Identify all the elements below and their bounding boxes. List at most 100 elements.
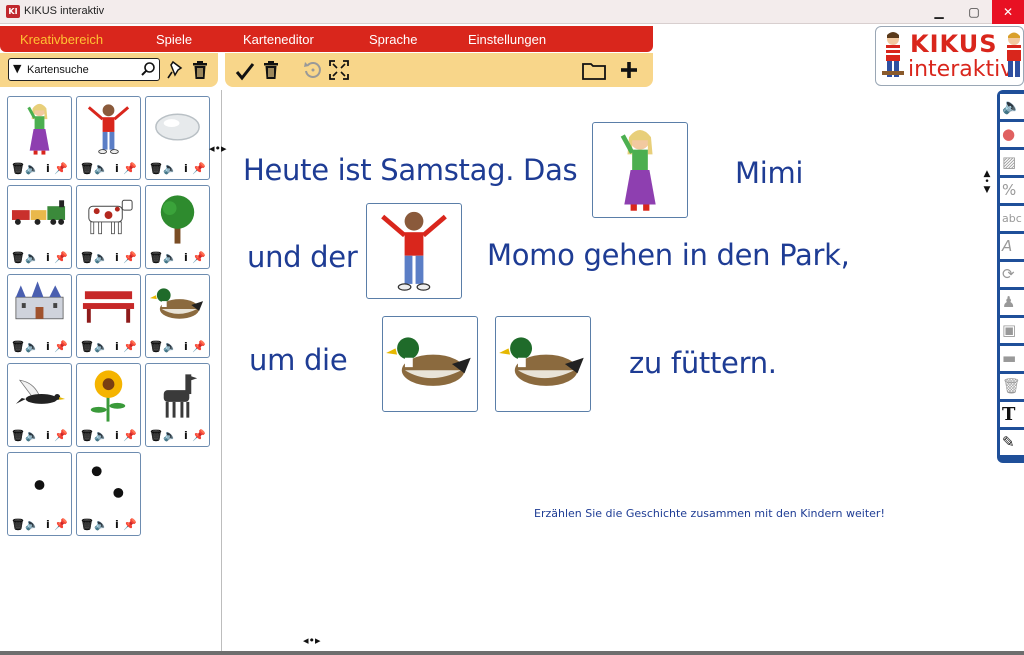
card-girl[interactable]: 🗑 🔈 i 📌 xyxy=(7,96,72,180)
info-icon[interactable]: i xyxy=(46,161,50,177)
trash-icon[interactable] xyxy=(190,60,210,80)
story-card-girl[interactable] xyxy=(592,122,688,218)
sound-icon[interactable]: 🔈 xyxy=(163,250,177,266)
trash-icon[interactable]: 🗑 xyxy=(1000,374,1024,399)
sound-icon[interactable]: 🔈 xyxy=(25,428,39,444)
fullscreen-icon[interactable] xyxy=(329,60,349,80)
sound-icon[interactable]: 🔈 xyxy=(25,517,39,533)
card-duck[interactable]: 🗑 🔈 i 📌 xyxy=(145,274,210,358)
info-icon[interactable]: i xyxy=(46,517,50,533)
delete-icon[interactable]: 🗑 xyxy=(11,339,25,355)
pin-icon[interactable]: 📌 xyxy=(54,517,68,533)
menu-sprache[interactable]: Sprache xyxy=(369,32,417,47)
delete-icon[interactable]: 🗑 xyxy=(11,250,25,266)
delete-icon[interactable]: 🗑 xyxy=(149,250,163,266)
text-t-icon[interactable]: T xyxy=(1000,402,1024,427)
color-dots-icon[interactable]: ● xyxy=(1000,122,1024,147)
delete-icon[interactable]: 🗑 xyxy=(11,161,25,177)
sound-icon[interactable]: 🔈 xyxy=(163,339,177,355)
info-icon[interactable]: i xyxy=(115,428,119,444)
image-icon[interactable]: ▣ xyxy=(1000,318,1024,343)
pin-icon[interactable]: 📌 xyxy=(123,161,137,177)
sound-icon[interactable]: 🔈 xyxy=(94,161,108,177)
pin-icon[interactable]: 📌 xyxy=(54,250,68,266)
folder-icon[interactable] xyxy=(582,61,606,81)
sound-icon[interactable]: 🔈 xyxy=(94,428,108,444)
card-bird[interactable]: 🗑 🔈 i 📌 xyxy=(7,363,72,447)
delete-icon[interactable]: 🗑 xyxy=(149,428,163,444)
card-bench[interactable]: 🗑 🔈 i 📌 xyxy=(76,274,141,358)
info-icon[interactable]: i xyxy=(115,339,119,355)
info-icon[interactable]: i xyxy=(184,250,188,266)
search-icon[interactable] xyxy=(140,61,156,77)
pin-icon[interactable]: 📌 xyxy=(123,339,137,355)
sound-icon[interactable]: 🔈 xyxy=(25,161,39,177)
card-boy[interactable]: 🗑 🔈 i 📌 xyxy=(76,96,141,180)
sound-icon[interactable]: 🔈 xyxy=(163,161,177,177)
pin-icon[interactable]: 📌 xyxy=(192,161,206,177)
card-castle[interactable]: 🗑 🔈 i 📌 xyxy=(7,274,72,358)
info-icon[interactable]: i xyxy=(184,428,188,444)
card-tree[interactable]: 🗑 🔈 i 📌 xyxy=(145,185,210,269)
info-icon[interactable]: i xyxy=(184,161,188,177)
pin-icon[interactable] xyxy=(166,60,186,80)
delete-icon[interactable]: 🗑 xyxy=(149,339,163,355)
info-icon[interactable]: i xyxy=(46,250,50,266)
sound-icon[interactable]: 🔈 xyxy=(94,517,108,533)
pencil-icon[interactable]: ✎ xyxy=(1000,430,1024,455)
info-icon[interactable]: i xyxy=(115,517,119,533)
undo-icon[interactable] xyxy=(303,60,323,80)
pin-icon[interactable]: 📌 xyxy=(192,428,206,444)
info-icon[interactable]: i xyxy=(115,250,119,266)
story-card-boy[interactable] xyxy=(366,203,462,299)
sound-icon[interactable]: 🔈 xyxy=(25,250,39,266)
card-llama[interactable]: 🗑 🔈 i 📌 xyxy=(145,363,210,447)
delete-icon[interactable]: 🗑 xyxy=(149,161,163,177)
card-stone[interactable]: 🗑 🔈 i 📌 xyxy=(145,96,210,180)
story-card-duck-2[interactable] xyxy=(495,316,591,412)
close-button[interactable]: ✕ xyxy=(992,0,1024,24)
trash-icon[interactable] xyxy=(261,60,281,80)
pin-icon[interactable]: 📌 xyxy=(123,428,137,444)
delete-icon[interactable]: 🗑 xyxy=(11,517,25,533)
pin-icon[interactable]: 📌 xyxy=(192,250,206,266)
maximize-button[interactable]: ▢ xyxy=(957,0,991,24)
pin-icon[interactable]: 📌 xyxy=(123,517,137,533)
pin-icon[interactable]: 📌 xyxy=(54,339,68,355)
info-icon[interactable]: i xyxy=(46,428,50,444)
card-train[interactable]: 🗑 🔈 i 📌 xyxy=(7,185,72,269)
delete-icon[interactable]: 🗑 xyxy=(80,428,94,444)
delete-icon[interactable]: 🗑 xyxy=(80,161,94,177)
card-two-dots[interactable]: 🗑 🔈 i 📌 xyxy=(76,452,141,536)
minimize-button[interactable]: ▁ xyxy=(922,0,956,24)
menu-spiele[interactable]: Spiele xyxy=(156,32,192,47)
percent-icon[interactable]: % xyxy=(1000,178,1024,203)
font-a-icon[interactable]: A xyxy=(1000,234,1024,259)
dropdown-icon[interactable]: ▼ xyxy=(13,62,21,75)
info-icon[interactable]: i xyxy=(184,339,188,355)
pin-icon[interactable]: 📌 xyxy=(192,339,206,355)
pin-icon[interactable]: 📌 xyxy=(54,428,68,444)
delete-icon[interactable]: 🗑 xyxy=(80,250,94,266)
menu-einstellungen[interactable]: Einstellungen xyxy=(468,32,546,47)
info-icon[interactable]: i xyxy=(46,339,50,355)
story-card-duck-1[interactable] xyxy=(382,316,478,412)
hatch-icon[interactable]: ▨ xyxy=(1000,150,1024,175)
info-icon[interactable]: i xyxy=(115,161,119,177)
sound-icon[interactable]: 🔈 xyxy=(25,339,39,355)
bottom-resize-handle[interactable]: ◂•▸ xyxy=(303,634,321,647)
delete-icon[interactable]: 🗑 xyxy=(80,517,94,533)
abc-icon[interactable]: abc xyxy=(1000,206,1024,231)
pin-icon[interactable]: 📌 xyxy=(123,250,137,266)
delete-icon[interactable]: 🗑 xyxy=(80,339,94,355)
menu-karteneditor[interactable]: Karteneditor xyxy=(243,32,314,47)
sound-icon[interactable]: 🔈 xyxy=(163,428,177,444)
add-icon[interactable] xyxy=(619,60,639,80)
card-sunflower[interactable]: 🗑 🔈 i 📌 xyxy=(76,363,141,447)
card-cow[interactable]: 🗑 🔈 i 📌 xyxy=(76,185,141,269)
vertical-resize-handle[interactable]: ▲ • ▼ xyxy=(982,170,992,195)
card-one-dot[interactable]: 🗑 🔈 i 📌 xyxy=(7,452,72,536)
panel-resize-handle[interactable]: ◂•▸ xyxy=(209,142,227,155)
speaker-icon[interactable]: 🔈 xyxy=(1000,94,1024,119)
card-icon[interactable]: ▬ xyxy=(1000,346,1024,371)
